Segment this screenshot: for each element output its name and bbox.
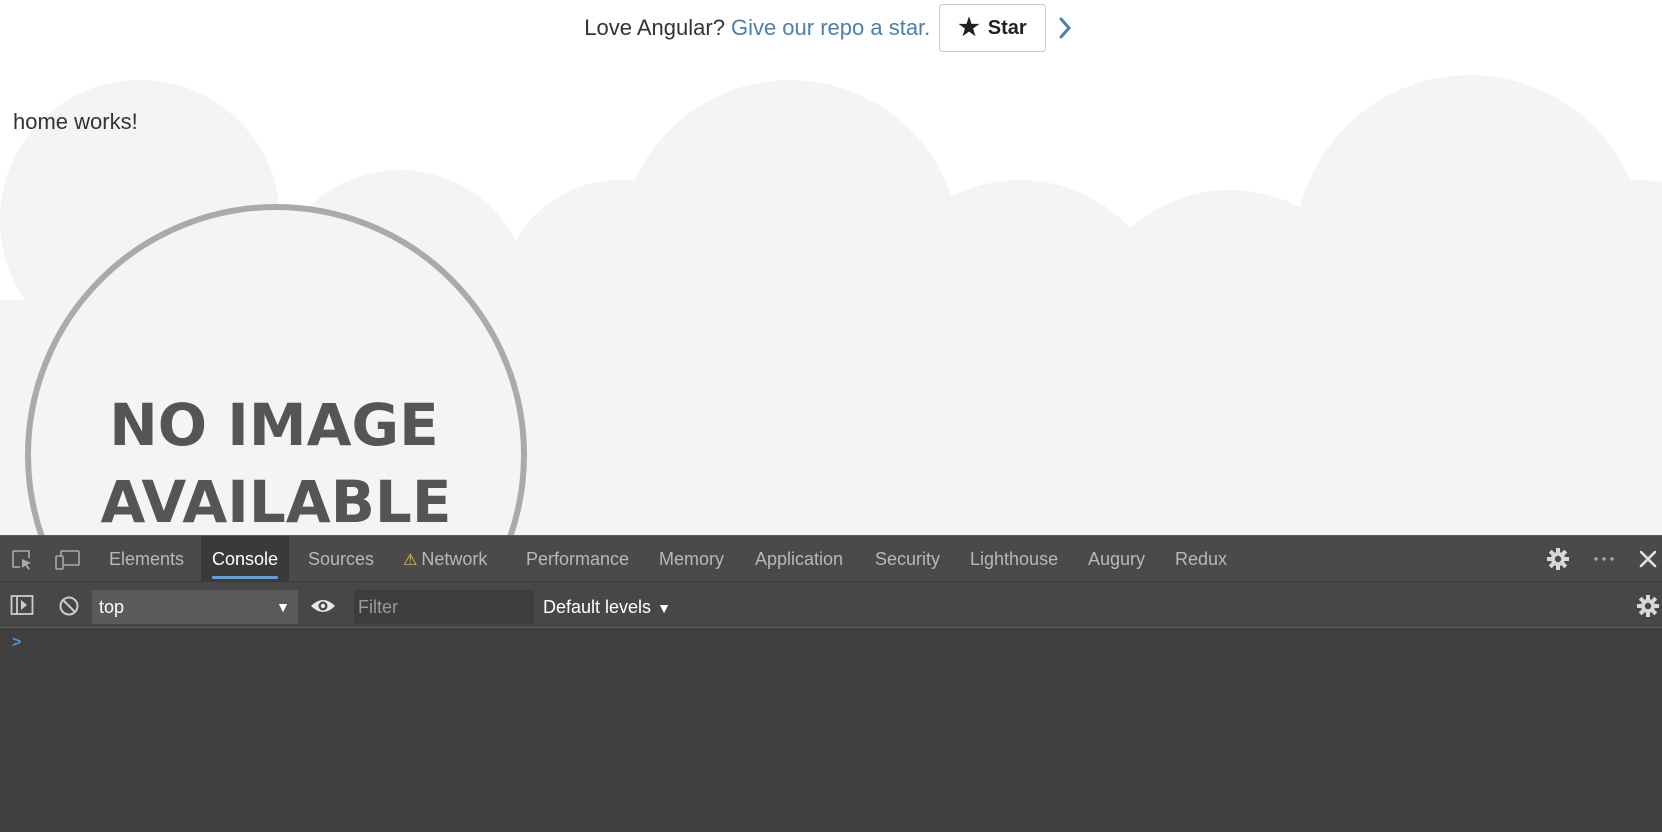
tab-sources[interactable]: Sources: [308, 536, 374, 582]
tab-console[interactable]: Console: [201, 536, 290, 582]
tab-redux[interactable]: Redux: [1175, 536, 1227, 582]
devtools-panel: Elements Console Sources ⚠ Network Perfor…: [0, 535, 1662, 832]
warning-icon: ⚠: [403, 552, 418, 569]
console-output[interactable]: >: [0, 628, 1662, 832]
devtools-tabbar: Elements Console Sources ⚠ Network Perfor…: [0, 536, 1662, 582]
clear-console-icon[interactable]: [57, 594, 81, 616]
settings-gear-icon[interactable]: [1546, 547, 1570, 570]
star-repo-link[interactable]: Give our repo a star.: [731, 15, 930, 41]
console-prompt-icon: >: [12, 634, 22, 651]
page-viewport: Love Angular? Give our repo a star. ★ St…: [0, 0, 1662, 535]
tab-security[interactable]: Security: [875, 536, 940, 582]
context-select[interactable]: top ▼: [92, 590, 298, 624]
no-image-placeholder: NO IMAGE AVAILABLE: [25, 204, 527, 535]
context-select-value: top: [99, 597, 125, 617]
tab-network-label: Network: [421, 549, 488, 569]
tab-application[interactable]: Application: [755, 536, 843, 582]
dropdown-arrow-icon: ▼: [657, 600, 671, 616]
star-banner: Love Angular? Give our repo a star. ★ St…: [0, 0, 1662, 56]
console-settings-gear-icon[interactable]: [1636, 594, 1660, 617]
star-button[interactable]: ★ Star: [939, 4, 1046, 52]
home-works-text: home works!: [13, 109, 138, 134]
star-button-label: Star: [987, 16, 1027, 39]
no-image-line2: AVAILABLE: [100, 468, 451, 535]
no-image-line1: NO IMAGE: [109, 391, 438, 459]
tab-lighthouse[interactable]: Lighthouse: [970, 536, 1058, 582]
chevron-right-icon[interactable]: [1058, 13, 1078, 43]
close-devtools-icon[interactable]: [1637, 548, 1661, 570]
sidebar-toggle-icon[interactable]: [10, 594, 34, 616]
log-levels-dropdown[interactable]: Default levels ▼: [543, 590, 671, 624]
tab-memory[interactable]: Memory: [659, 536, 724, 582]
tab-performance[interactable]: Performance: [526, 536, 629, 582]
banner-message: Love Angular?: [584, 15, 725, 40]
star-icon: ★: [958, 14, 980, 41]
log-levels-label: Default levels: [543, 597, 652, 617]
filter-input[interactable]: [354, 590, 534, 624]
tab-elements[interactable]: Elements: [109, 536, 184, 582]
live-expression-eye-icon[interactable]: [309, 595, 335, 617]
console-toolbar: top ▼ Default levels ▼: [0, 582, 1662, 628]
tab-augury[interactable]: Augury: [1088, 536, 1145, 582]
dropdown-arrow-icon: ▼: [276, 599, 290, 615]
device-toolbar-icon[interactable]: [55, 548, 80, 570]
tab-network[interactable]: ⚠ Network: [403, 536, 487, 582]
more-options-icon[interactable]: [1591, 547, 1615, 569]
inspect-element-icon[interactable]: [10, 548, 34, 570]
